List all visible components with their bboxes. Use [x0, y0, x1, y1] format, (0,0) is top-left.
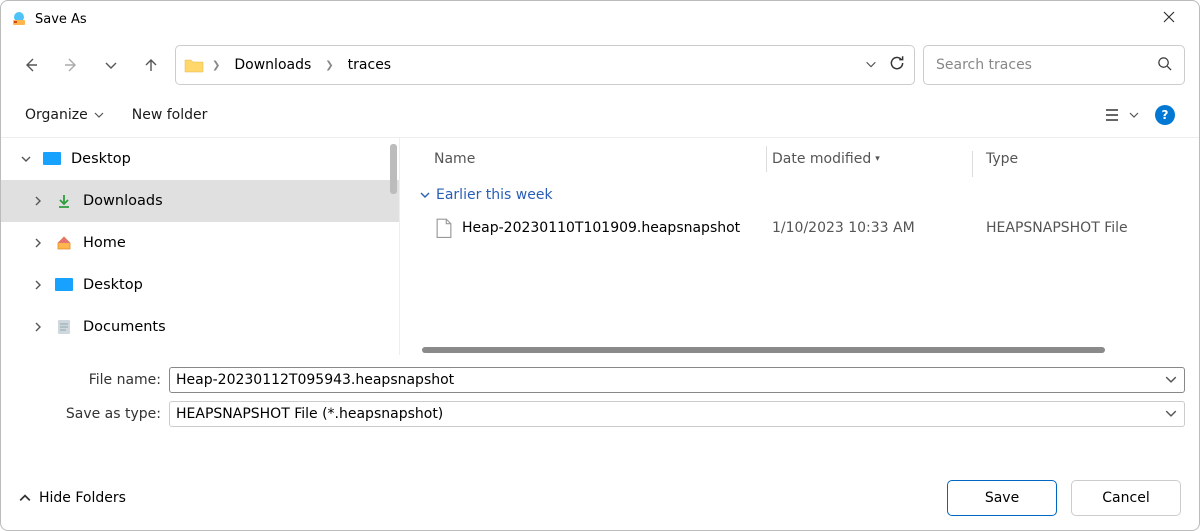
desktop-icon: [43, 152, 61, 166]
sidebar-item-label: Desktop: [71, 151, 131, 167]
organize-label: Organize: [25, 107, 88, 123]
up-button[interactable]: [135, 49, 167, 81]
view-button[interactable]: [1105, 108, 1139, 122]
chevron-down-icon: [1129, 110, 1139, 120]
app-icon: [11, 11, 27, 27]
saveastype-label: Save as type:: [15, 406, 161, 422]
horizontal-scrollbar[interactable]: [422, 347, 1105, 353]
new-folder-button[interactable]: New folder: [132, 107, 208, 123]
chevron-right-icon: [31, 322, 45, 332]
sidebar-item-label: Downloads: [83, 193, 163, 209]
desktop-icon: [55, 278, 73, 292]
download-icon: [55, 193, 73, 209]
chevron-right-icon: ❯: [325, 60, 333, 71]
toolbar: Organize New folder ?: [1, 93, 1199, 137]
content-area: Desktop Downloads Home Desktop Documents…: [1, 137, 1199, 355]
documents-icon: [55, 319, 73, 335]
filename-input[interactable]: [169, 367, 1185, 393]
sidebar: Desktop Downloads Home Desktop Documents: [1, 138, 399, 355]
sidebar-item-label: Documents: [83, 319, 166, 335]
chevron-right-icon: [31, 238, 45, 248]
navbar: ❯ Downloads ❯ traces: [1, 37, 1199, 93]
new-folder-label: New folder: [132, 107, 208, 123]
hide-folders-label: Hide Folders: [39, 490, 126, 506]
home-icon: [55, 235, 73, 251]
chevron-down-icon: [19, 154, 33, 164]
sidebar-item-label: Home: [83, 235, 126, 251]
sidebar-item-home[interactable]: Home: [1, 222, 399, 264]
file-icon: [436, 218, 452, 238]
saveastype-select[interactable]: HEAPSNAPSHOT File (*.heapsnapshot): [169, 401, 1185, 427]
chevron-down-icon[interactable]: [1165, 405, 1177, 424]
file-type: HEAPSNAPSHOT File: [972, 220, 1128, 236]
breadcrumb-item-downloads[interactable]: Downloads: [228, 53, 317, 77]
help-button[interactable]: ?: [1155, 105, 1175, 125]
file-pane: Name Date modified ▾ Type Earlier this w…: [399, 138, 1199, 355]
recent-dropdown[interactable]: [95, 49, 127, 81]
filename-label: File name:: [15, 372, 161, 388]
sidebar-item-documents[interactable]: Documents: [1, 306, 399, 348]
file-row[interactable]: Heap-20230110T101909.heapsnapshot 1/10/2…: [400, 210, 1199, 246]
group-label: Earlier this week: [436, 187, 553, 203]
list-view-icon: [1105, 108, 1123, 122]
sidebar-scrollbar[interactable]: [390, 144, 397, 194]
folder-icon: [184, 57, 204, 73]
breadcrumb-dropdown[interactable]: [864, 56, 878, 75]
sidebar-item-label: Desktop: [83, 277, 143, 293]
chevron-down-icon: [420, 190, 430, 200]
footer: Hide Folders Save Cancel: [1, 466, 1199, 530]
close-button[interactable]: [1149, 11, 1189, 27]
refresh-button[interactable]: [888, 54, 906, 76]
search-icon: [1157, 56, 1172, 75]
breadcrumb[interactable]: ❯ Downloads ❯ traces: [175, 45, 915, 85]
sidebar-item-desktop-2[interactable]: Desktop: [1, 264, 399, 306]
chevron-up-icon: [19, 492, 31, 504]
search-input[interactable]: [936, 57, 1157, 73]
forward-button[interactable]: [55, 49, 87, 81]
save-button[interactable]: Save: [947, 480, 1057, 516]
breadcrumb-item-traces[interactable]: traces: [342, 53, 397, 77]
chevron-down-icon[interactable]: [1165, 371, 1177, 390]
sort-desc-icon: ▾: [875, 154, 880, 164]
file-date: 1/10/2023 10:33 AM: [772, 220, 972, 236]
column-date[interactable]: Date modified ▾: [772, 151, 972, 167]
file-name: Heap-20230110T101909.heapsnapshot: [462, 220, 740, 236]
column-type[interactable]: Type: [972, 151, 1018, 167]
organize-button[interactable]: Organize: [25, 107, 104, 123]
group-header[interactable]: Earlier this week: [400, 180, 1199, 210]
form-area: File name: Save as type: HEAPSNAPSHOT Fi…: [1, 355, 1199, 437]
chevron-right-icon: [31, 280, 45, 290]
titlebar: Save As: [1, 1, 1199, 37]
column-name[interactable]: Name: [400, 151, 772, 167]
search-box[interactable]: [923, 45, 1185, 85]
sidebar-item-downloads[interactable]: Downloads: [1, 180, 399, 222]
chevron-right-icon: ❯: [212, 60, 220, 71]
cancel-button[interactable]: Cancel: [1071, 480, 1181, 516]
column-headers: Name Date modified ▾ Type: [400, 138, 1199, 180]
chevron-down-icon: [94, 110, 104, 120]
sidebar-item-desktop[interactable]: Desktop: [1, 138, 399, 180]
chevron-right-icon: [31, 196, 45, 206]
back-button[interactable]: [15, 49, 47, 81]
window-title: Save As: [35, 12, 1149, 27]
hide-folders-button[interactable]: Hide Folders: [19, 490, 126, 506]
